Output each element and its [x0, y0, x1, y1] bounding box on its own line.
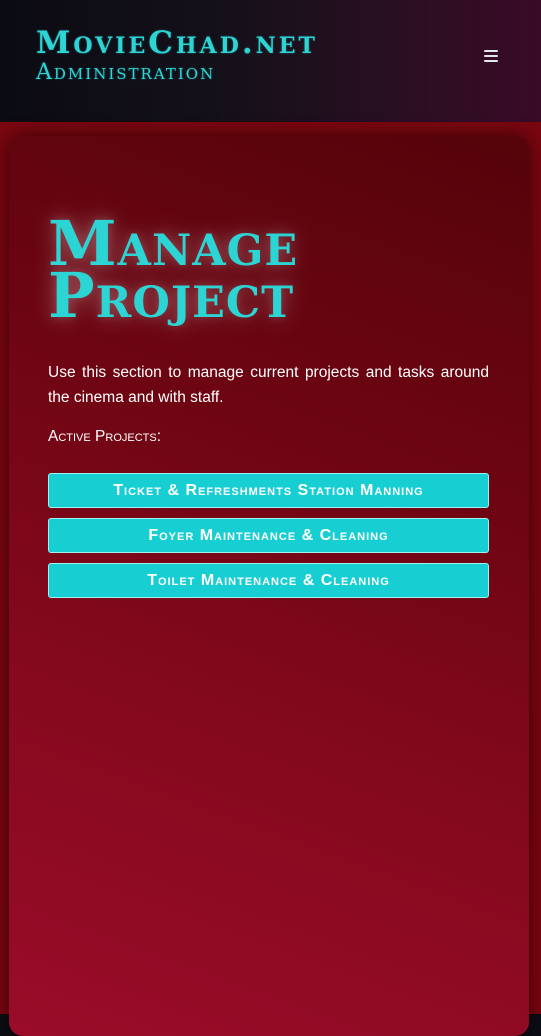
- page-title: Manage Project: [48, 213, 298, 332]
- intro-text: Use this section to manage current proje…: [48, 364, 489, 406]
- brand[interactable]: MovieChad.net Administration: [36, 26, 318, 86]
- project-button-toilet-maintenance[interactable]: Toilet Maintenance & Cleaning: [48, 563, 489, 598]
- page-title-line2: Project: [48, 259, 295, 332]
- project-button-ticket-refreshments[interactable]: Ticket & Refreshments Station Manning: [48, 473, 489, 508]
- brand-title[interactable]: MovieChad.net: [36, 26, 318, 60]
- brand-subtitle: Administration: [36, 60, 216, 85]
- project-button-foyer-maintenance[interactable]: Foyer Maintenance & Cleaning: [48, 518, 489, 553]
- hamburger-menu-icon[interactable]: [484, 50, 498, 62]
- top-navbar: MovieChad.net Administration: [0, 0, 541, 122]
- active-projects-label: Active Projects:: [48, 428, 162, 445]
- project-list: Ticket & Refreshments Station Manning Fo…: [48, 473, 489, 608]
